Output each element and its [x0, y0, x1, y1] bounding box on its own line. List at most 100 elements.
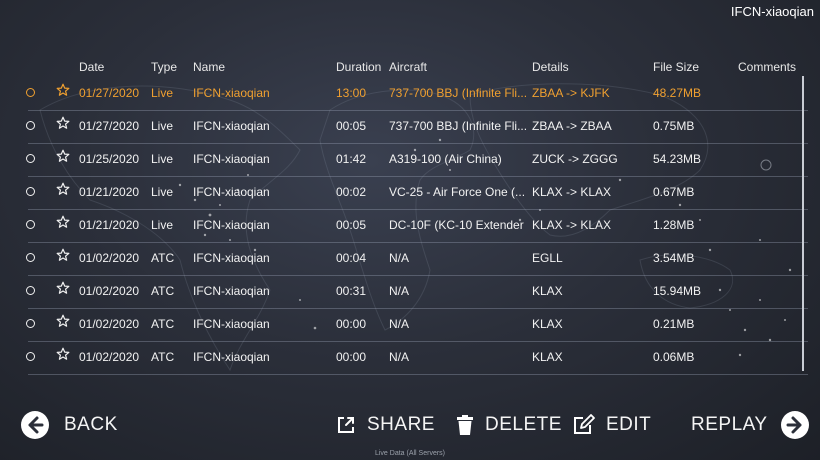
cell-aircraft: N/A: [389, 284, 410, 298]
edit-button[interactable]: EDIT: [572, 405, 651, 445]
cell-details: EGLL: [532, 251, 563, 265]
cell-date: 01/21/2020: [79, 185, 140, 199]
star-icon[interactable]: [56, 215, 70, 229]
cell-name: IFCN-xiaoqian: [193, 218, 270, 232]
star-icon[interactable]: [56, 182, 70, 196]
edit-icon: [574, 414, 595, 434]
cell-duration: 00:00: [336, 317, 367, 331]
radio-icon[interactable]: [26, 154, 35, 163]
cell-file-size: 54.23MB: [653, 152, 702, 166]
column-header-name[interactable]: Name: [193, 60, 225, 74]
cell-name: IFCN-xiaoqian: [193, 251, 270, 265]
cell-aircraft: N/A: [389, 251, 410, 265]
radio-icon[interactable]: [26, 286, 35, 295]
cell-type: Live: [151, 86, 174, 100]
star-icon[interactable]: [56, 314, 70, 328]
radio-icon[interactable]: [26, 220, 35, 229]
server-status-label: Live Data (All Servers): [374, 450, 446, 457]
star-icon[interactable]: [56, 116, 70, 130]
cell-date: 01/21/2020: [79, 218, 140, 232]
cell-date: 01/27/2020: [79, 119, 140, 133]
star-icon[interactable]: [56, 281, 70, 295]
cell-details: KLAX -> KLAX: [532, 185, 612, 199]
cell-name: IFCN-xiaoqian: [193, 86, 270, 100]
radio-icon[interactable]: [26, 319, 35, 328]
delete-label: DELETE: [485, 414, 562, 435]
cell-file-size: 48.27MB: [653, 86, 702, 100]
cell-date: 01/02/2020: [79, 284, 140, 298]
replay-list: 01/27/2020 Live IFCN-xiaoqian 13:00 737-700 …: [26, 78, 808, 375]
table-row[interactable]: 01/02/2020 ATC IFCN-xiaoqian 00:00 N/A KLAX 0.…: [26, 309, 808, 342]
cell-details: KLAX -> KLAX: [532, 218, 612, 232]
replay-button[interactable]: REPLAY: [691, 405, 810, 445]
cell-details: ZBAA -> ZBAA: [532, 119, 612, 133]
share-icon: [338, 417, 354, 433]
cell-aircraft: N/A: [389, 350, 410, 364]
star-icon[interactable]: [56, 347, 70, 361]
radio-icon[interactable]: [26, 121, 35, 130]
cell-date: 01/25/2020: [79, 152, 140, 166]
cell-aircraft: 737-700 BBJ (Infinite Fli...: [389, 119, 527, 133]
table-row[interactable]: 01/02/2020 ATC IFCN-xiaoqian 00:00 N/A KLAX 0.…: [26, 342, 808, 375]
cell-type: Live: [151, 218, 174, 232]
scrollbar[interactable]: [802, 76, 804, 371]
cell-aircraft: N/A: [389, 317, 410, 331]
cell-aircraft: VC-25 - Air Force One (...: [389, 185, 526, 199]
cell-name: IFCN-xiaoqian: [193, 350, 270, 364]
radio-icon[interactable]: [26, 352, 35, 361]
column-header-comments[interactable]: Comments: [738, 60, 796, 74]
share-label: SHARE: [367, 414, 435, 435]
cell-type: ATC: [151, 284, 175, 298]
cell-file-size: 0.06MB: [653, 350, 695, 364]
back-label: BACK: [64, 414, 118, 435]
arrow-left-circle-icon: [21, 411, 49, 439]
star-icon[interactable]: [56, 83, 70, 97]
cell-file-size: 1.28MB: [653, 218, 695, 232]
cell-file-size: 0.67MB: [653, 185, 695, 199]
cell-aircraft: DC-10F (KC-10 Extender ...: [389, 218, 527, 232]
table-row[interactable]: 01/21/2020 Live IFCN-xiaoqian 00:05 DC-10F (…: [26, 210, 808, 243]
cell-type: ATC: [151, 251, 175, 265]
cell-details: ZUCK -> ZGGG: [532, 152, 618, 166]
cell-name: IFCN-xiaoqian: [193, 317, 270, 331]
radio-icon[interactable]: [26, 253, 35, 262]
column-header-details[interactable]: Details: [532, 60, 569, 74]
star-icon[interactable]: [56, 248, 70, 262]
cell-details: KLAX: [532, 317, 563, 331]
radio-icon[interactable]: [26, 187, 35, 196]
cell-type: ATC: [151, 350, 175, 364]
cell-duration: 00:00: [336, 350, 367, 364]
radio-icon[interactable]: [26, 88, 35, 97]
cell-type: Live: [151, 119, 174, 133]
table-row[interactable]: 01/27/2020 Live IFCN-xiaoqian 13:00 737-700 …: [26, 78, 808, 111]
cell-file-size: 0.21MB: [653, 317, 695, 331]
cell-name: IFCN-xiaoqian: [193, 284, 270, 298]
edit-label: EDIT: [606, 414, 652, 435]
cell-name: IFCN-xiaoqian: [193, 119, 270, 133]
column-header-date[interactable]: Date: [79, 60, 104, 74]
column-header-file-size[interactable]: File Size: [653, 60, 699, 74]
cell-file-size: 3.54MB: [653, 251, 695, 265]
table-header: Date Type Name Duration Aircraft Details…: [0, 60, 820, 78]
cell-type: ATC: [151, 317, 175, 331]
table-row[interactable]: 01/25/2020 Live IFCN-xiaoqian 01:42 A319-100…: [26, 144, 808, 177]
cell-date: 01/27/2020: [79, 86, 140, 100]
cell-file-size: 0.75MB: [653, 119, 695, 133]
table-row[interactable]: 01/27/2020 Live IFCN-xiaoqian 00:05 737-700 …: [26, 111, 808, 144]
username-label: IFCN-xiaoqian: [730, 4, 814, 19]
column-header-duration[interactable]: Duration: [336, 60, 381, 74]
cell-duration: 01:42: [336, 152, 367, 166]
cell-aircraft: 737-700 BBJ (Infinite Fli...: [389, 86, 527, 100]
back-button[interactable]: BACK: [20, 405, 118, 445]
cell-duration: 00:05: [336, 119, 367, 133]
column-header-aircraft[interactable]: Aircraft: [389, 60, 427, 74]
table-row[interactable]: 01/21/2020 Live IFCN-xiaoqian 00:02 VC-25 - …: [26, 177, 808, 210]
column-header-type[interactable]: Type: [151, 60, 177, 74]
table-row[interactable]: 01/02/2020 ATC IFCN-xiaoqian 00:04 N/A EGLL 3.…: [26, 243, 808, 276]
star-icon[interactable]: [56, 149, 70, 163]
cell-details: ZBAA -> KJFK: [532, 86, 610, 100]
share-button[interactable]: SHARE: [335, 405, 435, 445]
cell-file-size: 15.94MB: [653, 284, 702, 298]
delete-button[interactable]: DELETE: [455, 405, 562, 445]
table-row[interactable]: 01/02/2020 ATC IFCN-xiaoqian 00:31 N/A KLAX 15…: [26, 276, 808, 309]
